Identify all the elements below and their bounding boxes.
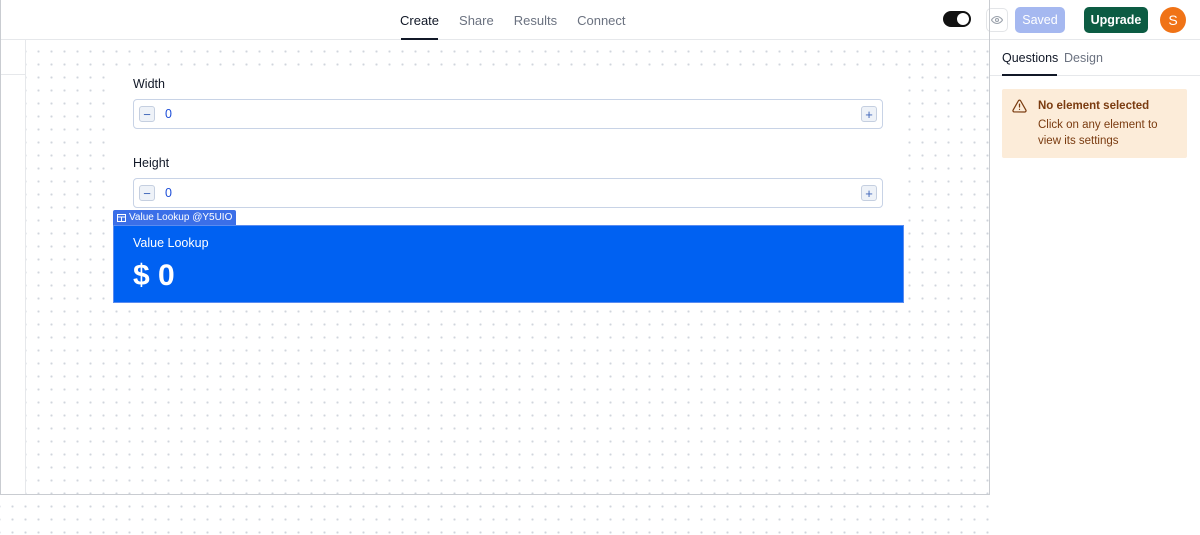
height-decrement-button[interactable]: − [139, 185, 155, 201]
toggle-knob [957, 13, 969, 25]
notice-body: Click on any element to view its setting… [1038, 119, 1158, 147]
value-lookup-result: $ 0 [133, 259, 175, 292]
width-stepper[interactable]: − 0 + [133, 99, 883, 129]
width-label: Width [133, 77, 165, 91]
value-lookup-tag[interactable]: Value Lookup @Y5UIO [113, 210, 237, 225]
value-lookup-block[interactable]: Value Lookup $ 0 [113, 225, 904, 303]
main-tabs: Create Share Results Connect [390, 0, 636, 40]
mode-toggle[interactable] [943, 11, 971, 27]
tab-connect[interactable]: Connect [567, 0, 635, 40]
no-selection-notice: No element selected Click on any element… [1002, 89, 1187, 158]
width-increment-button[interactable]: + [861, 106, 877, 122]
saved-button[interactable]: Saved [1015, 7, 1065, 33]
form-card: Width − 0 + Height − 0 + [113, 67, 904, 227]
tab-questions[interactable]: Questions [1002, 51, 1058, 65]
panel-tabs: Questions Design [990, 40, 1200, 76]
left-rail [0, 40, 26, 495]
table-icon [117, 213, 126, 222]
user-avatar[interactable]: S [1160, 7, 1186, 33]
value-lookup-title: Value Lookup [133, 236, 209, 250]
tab-share[interactable]: Share [449, 0, 504, 40]
upgrade-button[interactable]: Upgrade [1084, 7, 1148, 33]
rail-divider [0, 74, 26, 75]
preview-button[interactable] [986, 8, 1008, 32]
height-increment-button[interactable]: + [861, 185, 877, 201]
width-value[interactable]: 0 [165, 107, 172, 121]
tab-results[interactable]: Results [504, 0, 567, 40]
tab-design[interactable]: Design [1064, 51, 1103, 65]
settings-panel: Questions Design No element selected Cli… [990, 40, 1200, 535]
height-value[interactable]: 0 [165, 186, 172, 200]
height-label: Height [133, 156, 170, 170]
top-bar: Create Share Results Connect Saved Upgra… [0, 0, 1200, 40]
value-lookup-tag-label: Value Lookup @Y5UIO [129, 212, 233, 223]
height-stepper[interactable]: − 0 + [133, 178, 883, 208]
warning-icon [1012, 99, 1027, 113]
eye-icon [991, 15, 1003, 25]
width-decrement-button[interactable]: − [139, 106, 155, 122]
active-tab-indicator [1002, 74, 1057, 76]
notice-title: No element selected [1038, 100, 1150, 112]
tab-create[interactable]: Create [390, 0, 449, 40]
